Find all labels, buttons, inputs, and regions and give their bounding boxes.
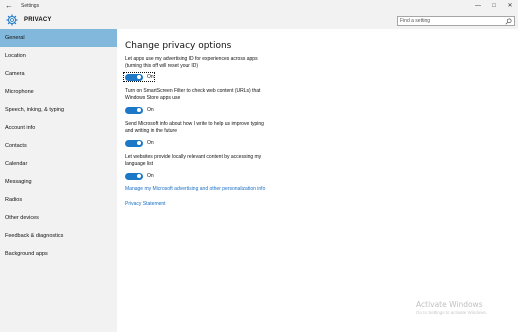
sidebar-item-speech[interactable]: Speech, inking, & typing (0, 101, 117, 119)
window-controls: — □ ✕ (470, 0, 518, 12)
search-icon[interactable] (505, 18, 512, 25)
sidebar: General Location Camera Microphone Speec… (0, 29, 117, 332)
toggle-knob (137, 75, 141, 79)
language-list-toggle[interactable]: On (125, 172, 154, 180)
sidebar-item-messaging[interactable]: Messaging (0, 173, 117, 191)
toggle-knob (137, 141, 141, 145)
toggle-state-label: On (147, 139, 154, 146)
sidebar-item-feedback[interactable]: Feedback & diagnostics (0, 227, 117, 245)
maximize-button[interactable]: □ (486, 0, 502, 12)
main-content: Change privacy options Let apps use my a… (117, 29, 518, 332)
description-line: and writing in the future (125, 128, 177, 134)
description-line: Windows Store apps use (125, 95, 181, 101)
toggle-switch[interactable] (125, 172, 143, 180)
description-line: Let websites provide locally relevant co… (125, 154, 262, 160)
sidebar-item-background-apps[interactable]: Background apps (0, 245, 117, 263)
sidebar-item-camera[interactable]: Camera (0, 65, 117, 83)
search-box[interactable] (397, 16, 515, 26)
description-line: Let apps use my advertising ID for exper… (125, 56, 258, 62)
sidebar-item-other-devices[interactable]: Other devices (0, 209, 117, 227)
description-line: Turn on SmartScreen Filter to check web … (125, 88, 261, 94)
privacy-statement-link[interactable]: Privacy Statement (125, 201, 166, 208)
toggle-switch[interactable] (125, 106, 143, 114)
sidebar-item-general[interactable]: General (0, 29, 117, 47)
toggle-state-label: On (147, 172, 154, 179)
description-line: language list (125, 161, 154, 167)
toggle-switch[interactable] (125, 139, 143, 147)
window-title: Settings (21, 3, 40, 9)
page-title: PRIVACY (24, 17, 52, 23)
toggle-switch[interactable] (125, 73, 143, 81)
language-list-description: Let websites provide locally relevant co… (125, 154, 295, 168)
sidebar-item-account-info[interactable]: Account info (0, 119, 117, 137)
gear-icon (6, 14, 18, 26)
description-line: (turning this off will reset your ID) (125, 63, 198, 69)
toggle-state-label: On (147, 106, 154, 113)
back-arrow-icon: ← (5, 1, 13, 10)
toggle-knob (137, 108, 141, 112)
minimize-button[interactable]: — (470, 0, 486, 12)
advertising-id-toggle[interactable]: On (125, 73, 154, 81)
page-header: PRIVACY (0, 12, 518, 29)
description-line: Send Microsoft info about how I write to… (125, 121, 264, 127)
smartscreen-description: Turn on SmartScreen Filter to check web … (125, 88, 295, 102)
toggle-knob (137, 174, 141, 178)
section-heading: Change privacy options (125, 41, 232, 51)
back-button[interactable]: ← (4, 1, 14, 11)
typing-info-description: Send Microsoft info about how I write to… (125, 121, 295, 135)
sidebar-item-radios[interactable]: Radios (0, 191, 117, 209)
sidebar-item-microphone[interactable]: Microphone (0, 83, 117, 101)
sidebar-item-location[interactable]: Location (0, 47, 117, 65)
sidebar-item-calendar[interactable]: Calendar (0, 155, 117, 173)
manage-advertising-link[interactable]: Manage my Microsoft advertising and othe… (125, 186, 265, 193)
title-bar: ← Settings — □ ✕ (0, 0, 518, 12)
smartscreen-toggle[interactable]: On (125, 106, 154, 114)
search-input[interactable] (400, 17, 500, 25)
advertising-id-description: Let apps use my advertising ID for exper… (125, 56, 295, 70)
activation-watermark-title: Activate Windows (416, 300, 483, 309)
typing-info-toggle[interactable]: On (125, 139, 154, 147)
sidebar-item-contacts[interactable]: Contacts (0, 137, 117, 155)
activation-watermark-subtitle: Go to Settings to activate Windows. (416, 310, 488, 315)
close-button[interactable]: ✕ (502, 0, 518, 12)
toggle-state-label: On (147, 73, 154, 80)
